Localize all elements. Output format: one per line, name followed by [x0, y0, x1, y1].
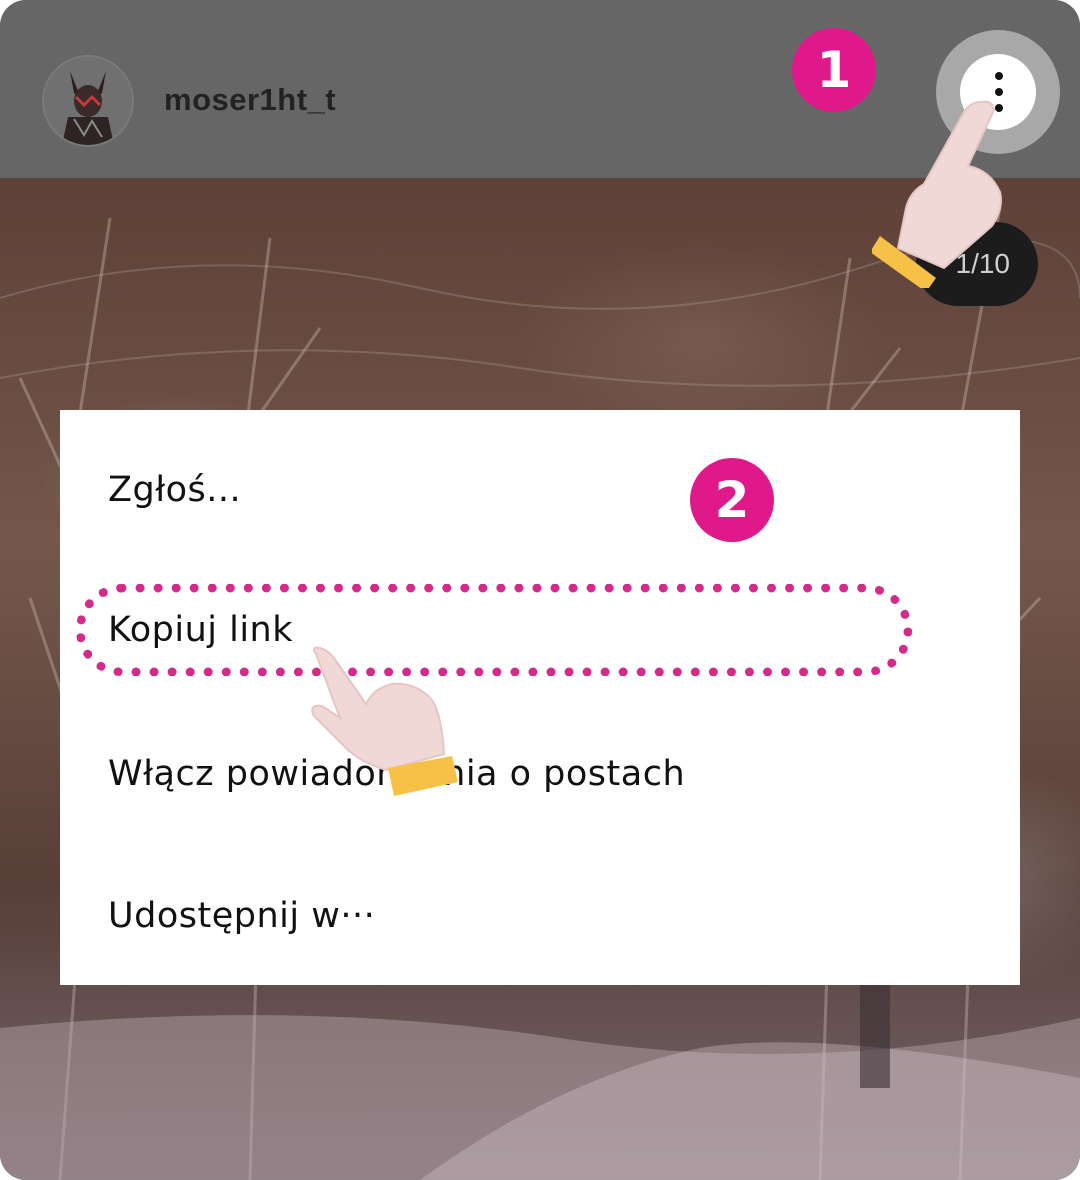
pointing-hand-icon	[872, 100, 1002, 288]
post-card: moser1ht_t 1 1/10 Zgłoś... Kopiuj link W…	[0, 0, 1080, 1180]
avatar-character-icon	[62, 71, 114, 145]
step-badge-2: 2	[690, 458, 774, 542]
menu-item-share[interactable]: Udostępnij w···	[108, 896, 375, 936]
step-badge-1: 1	[792, 28, 876, 112]
menu-item-report[interactable]: Zgłoś...	[108, 470, 241, 510]
pointing-hand-icon-2	[311, 646, 458, 796]
options-menu: Zgłoś... Kopiuj link Włącz powiadomienia…	[60, 410, 1020, 985]
username[interactable]: moser1ht_t	[164, 82, 336, 118]
avatar[interactable]	[42, 55, 134, 147]
copy-link-highlight	[76, 584, 912, 676]
